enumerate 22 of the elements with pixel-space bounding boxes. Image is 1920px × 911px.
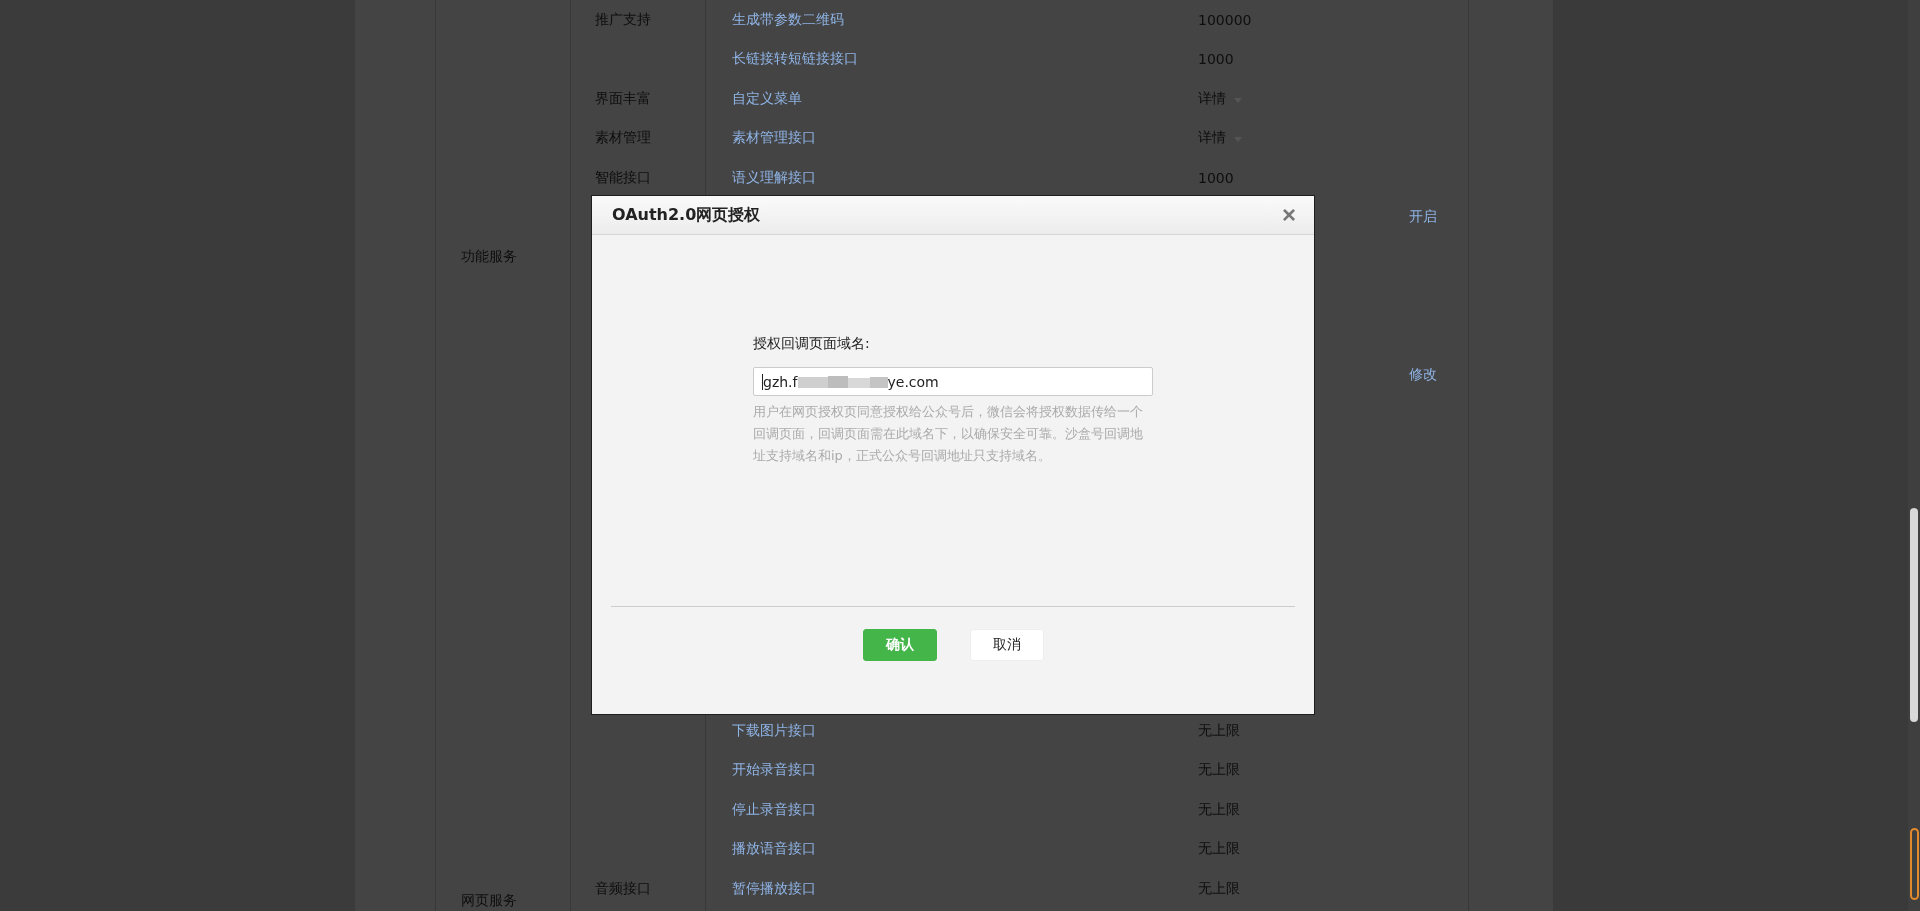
redaction-blur-icon (797, 373, 888, 390)
interface-link[interactable]: 生成带参数二维码 (732, 10, 844, 29)
interface-link[interactable]: 下载图片接口 (732, 721, 816, 740)
interface-link[interactable]: 长链接转短链接接口 (732, 50, 858, 69)
input-field[interactable]: gzh.f ye.com (753, 367, 1153, 396)
interface-link[interactable]: 语义理解接口 (732, 168, 816, 187)
action-link[interactable]: 开启 (1409, 208, 1437, 227)
interface-link[interactable]: 自定义菜单 (732, 89, 802, 108)
field-label: 授权回调页面域名: (753, 335, 871, 353)
dialog-title: OAuth2.0网页授权 (612, 204, 761, 226)
action-link[interactable]: 修改 (1409, 366, 1437, 385)
scroll-marker-icon (1910, 828, 1919, 900)
interface-link[interactable]: 停止录音接口 (732, 800, 816, 819)
interface-link[interactable]: 播放语音接口 (732, 840, 816, 859)
cancel-button[interactable]: 取消 (969, 629, 1044, 661)
confirm-button[interactable]: 确认 (862, 629, 937, 661)
scrollbar-thumb[interactable] (1910, 508, 1918, 722)
interface-link[interactable]: 素材管理接口 (732, 129, 816, 148)
interface-link[interactable]: 暂停播放接口 (732, 879, 816, 898)
scrollbar[interactable] (1908, 0, 1920, 911)
close-button[interactable]: × (1282, 203, 1296, 227)
interface-link[interactable]: 开始录音接口 (732, 761, 816, 780)
